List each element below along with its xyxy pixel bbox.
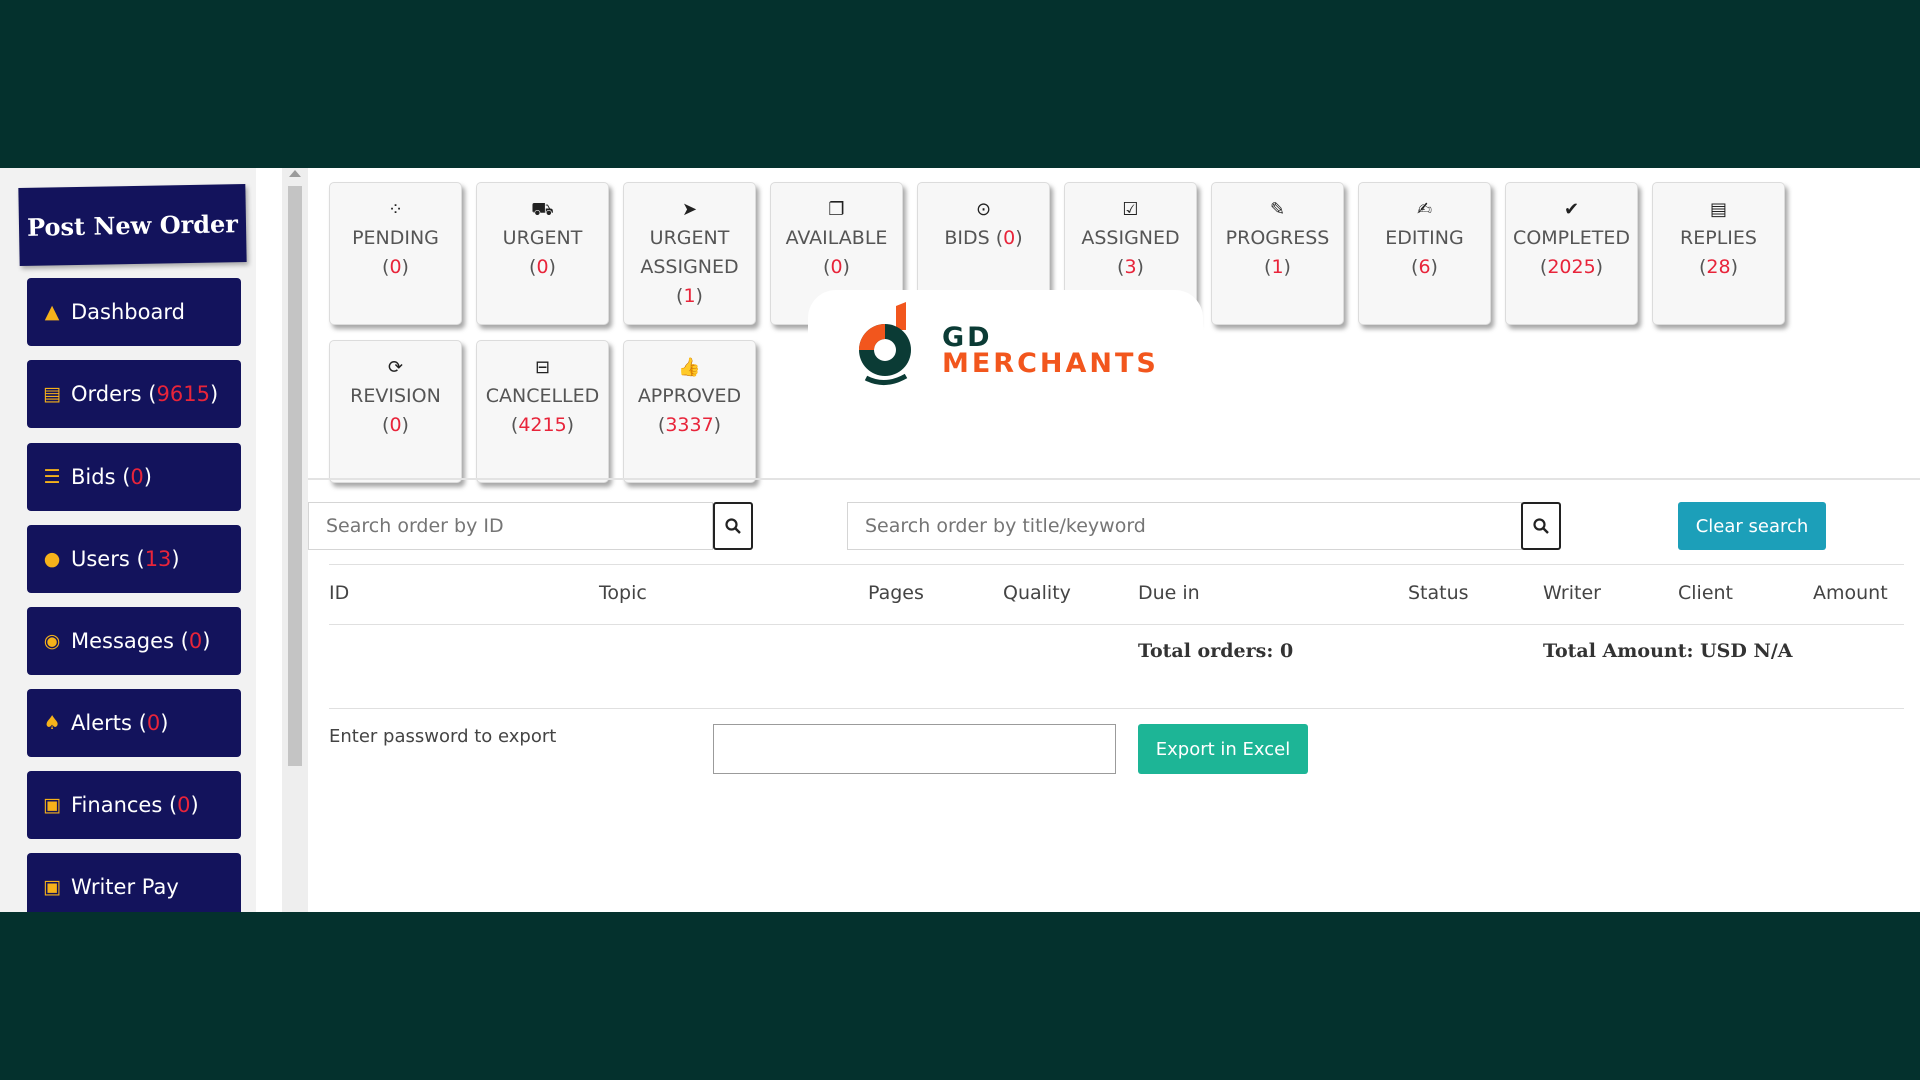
divider bbox=[329, 624, 1904, 625]
column-header-topic[interactable]: Topic bbox=[599, 582, 647, 604]
divider bbox=[329, 708, 1904, 709]
logo-text-merchants: MERCHANTS bbox=[942, 348, 1159, 379]
spinner-icon: ⁘ bbox=[387, 199, 404, 220]
alerts-count: 0 bbox=[146, 711, 161, 735]
rocket-icon: ➤ bbox=[681, 199, 698, 220]
tile-cancelled[interactable]: ⊟ CANCELLED (4215) bbox=[476, 340, 609, 483]
column-header-id[interactable]: ID bbox=[329, 582, 349, 604]
column-header-pages[interactable]: Pages bbox=[868, 582, 924, 604]
messages-count: 0 bbox=[188, 629, 203, 653]
edit-icon: ✍ bbox=[1416, 199, 1433, 220]
money-icon: ▣ bbox=[43, 794, 61, 816]
tile-approved[interactable]: 👍 APPROVED (3337) bbox=[623, 340, 756, 483]
sidebar-item-label: Writer Pay bbox=[71, 875, 179, 899]
list-icon: ☰ bbox=[43, 466, 61, 488]
sidebar-item-label: Orders (9615) bbox=[71, 382, 219, 406]
pen-icon: ✎ bbox=[1269, 199, 1286, 220]
tile-progress[interactable]: ✎ PROGRESS (1) bbox=[1211, 182, 1344, 325]
sidebar-scrollbar[interactable] bbox=[282, 168, 308, 912]
sidebar-item-label: Alerts (0) bbox=[71, 711, 169, 735]
search-icon bbox=[725, 518, 741, 534]
users-count: 13 bbox=[144, 547, 172, 571]
bell-icon: ♠ bbox=[43, 712, 61, 734]
tile-urgent[interactable]: ⛟ URGENT (0) bbox=[476, 182, 609, 325]
sidebar-item-label: Users (13) bbox=[71, 547, 180, 571]
sidebar-item-writer-pay[interactable]: ▣ Writer Pay bbox=[27, 853, 241, 912]
app-screen: Post New Order ▲ Dashboard ▤ Orders (961… bbox=[0, 168, 1920, 912]
tile-replies[interactable]: ▤ REPLIES (28) bbox=[1652, 182, 1785, 325]
file-text-icon: ▤ bbox=[1709, 199, 1727, 220]
total-amount: Total Amount: USD N/A bbox=[1543, 640, 1793, 662]
orders-count: 9615 bbox=[156, 382, 210, 406]
thumbs-up-icon: 👍 bbox=[678, 357, 701, 378]
tile-editing[interactable]: ✍ EDITING (6) bbox=[1358, 182, 1491, 325]
copy-icon: ❐ bbox=[828, 199, 845, 220]
sidebar: Post New Order ▲ Dashboard ▤ Orders (961… bbox=[0, 168, 256, 912]
column-header-amount[interactable]: Amount bbox=[1813, 582, 1888, 604]
tile-revision[interactable]: ⟳ REVISION (0) bbox=[329, 340, 462, 483]
check-square-icon: ☑ bbox=[1122, 199, 1139, 220]
sidebar-item-label: Bids (0) bbox=[71, 465, 152, 489]
logo-mark-icon bbox=[859, 302, 911, 385]
column-header-due-in[interactable]: Due in bbox=[1138, 582, 1200, 604]
search-id-button[interactable] bbox=[713, 502, 753, 550]
dot-circle-icon: ⊙ bbox=[975, 199, 992, 220]
column-header-client[interactable]: Client bbox=[1678, 582, 1733, 604]
tile-completed[interactable]: ✔ COMPLETED (2025) bbox=[1505, 182, 1638, 325]
check-icon: ✔ bbox=[1563, 199, 1580, 220]
sidebar-item-users[interactable]: ● Users (13) bbox=[27, 525, 241, 593]
scroll-up-arrow-icon[interactable] bbox=[289, 170, 301, 177]
sidebar-item-label: Messages (0) bbox=[71, 629, 211, 653]
sidebar-item-finances[interactable]: ▣ Finances (0) bbox=[27, 771, 241, 839]
comments-icon: ◉ bbox=[43, 630, 61, 652]
export-excel-button[interactable]: Export in Excel bbox=[1138, 724, 1308, 774]
column-header-quality[interactable]: Quality bbox=[1003, 582, 1071, 604]
divider bbox=[329, 564, 1904, 565]
file-icon: ▤ bbox=[43, 383, 61, 405]
column-header-writer[interactable]: Writer bbox=[1543, 582, 1601, 604]
finances-count: 0 bbox=[177, 793, 191, 817]
tile-urgent-assigned[interactable]: ➤ URGENT ASSIGNED (1) bbox=[623, 182, 756, 325]
area-chart-icon: ▲ bbox=[44, 301, 60, 323]
export-password-label: Enter password to export bbox=[329, 726, 557, 747]
search-keyword-button[interactable] bbox=[1521, 502, 1561, 550]
search-id-input[interactable] bbox=[308, 502, 713, 550]
users-icon: ● bbox=[43, 548, 61, 570]
sidebar-item-orders[interactable]: ▤ Orders (9615) bbox=[27, 360, 241, 428]
clear-search-button[interactable]: Clear search bbox=[1678, 502, 1826, 550]
tile-pending[interactable]: ⁘ PENDING (0) bbox=[329, 182, 462, 325]
ambulance-icon: ⛟ bbox=[531, 199, 554, 220]
sidebar-item-label: Dashboard bbox=[71, 300, 185, 324]
bids-count: 0 bbox=[130, 465, 144, 489]
divider bbox=[308, 478, 1920, 480]
sidebar-item-alerts[interactable]: ♠ Alerts (0) bbox=[27, 689, 241, 757]
total-orders: Total orders: 0 bbox=[1138, 640, 1294, 662]
search-keyword-input[interactable] bbox=[847, 502, 1522, 550]
gd-merchants-logo: GD MERCHANTS bbox=[808, 290, 1203, 420]
user-badge-icon: ▣ bbox=[43, 876, 61, 898]
scroll-thumb[interactable] bbox=[288, 186, 302, 766]
sidebar-item-label: Finances (0) bbox=[71, 793, 199, 817]
minus-square-icon: ⊟ bbox=[534, 357, 551, 378]
sidebar-item-messages[interactable]: ◉ Messages (0) bbox=[27, 607, 241, 675]
column-header-status[interactable]: Status bbox=[1408, 582, 1469, 604]
refresh-icon: ⟳ bbox=[387, 357, 404, 378]
sidebar-item-dashboard[interactable]: ▲ Dashboard bbox=[27, 278, 241, 346]
search-icon bbox=[1533, 518, 1549, 534]
post-new-order-button[interactable]: Post New Order bbox=[18, 184, 247, 266]
export-password-input[interactable] bbox=[713, 724, 1116, 774]
sidebar-item-bids[interactable]: ☰ Bids (0) bbox=[27, 443, 241, 511]
